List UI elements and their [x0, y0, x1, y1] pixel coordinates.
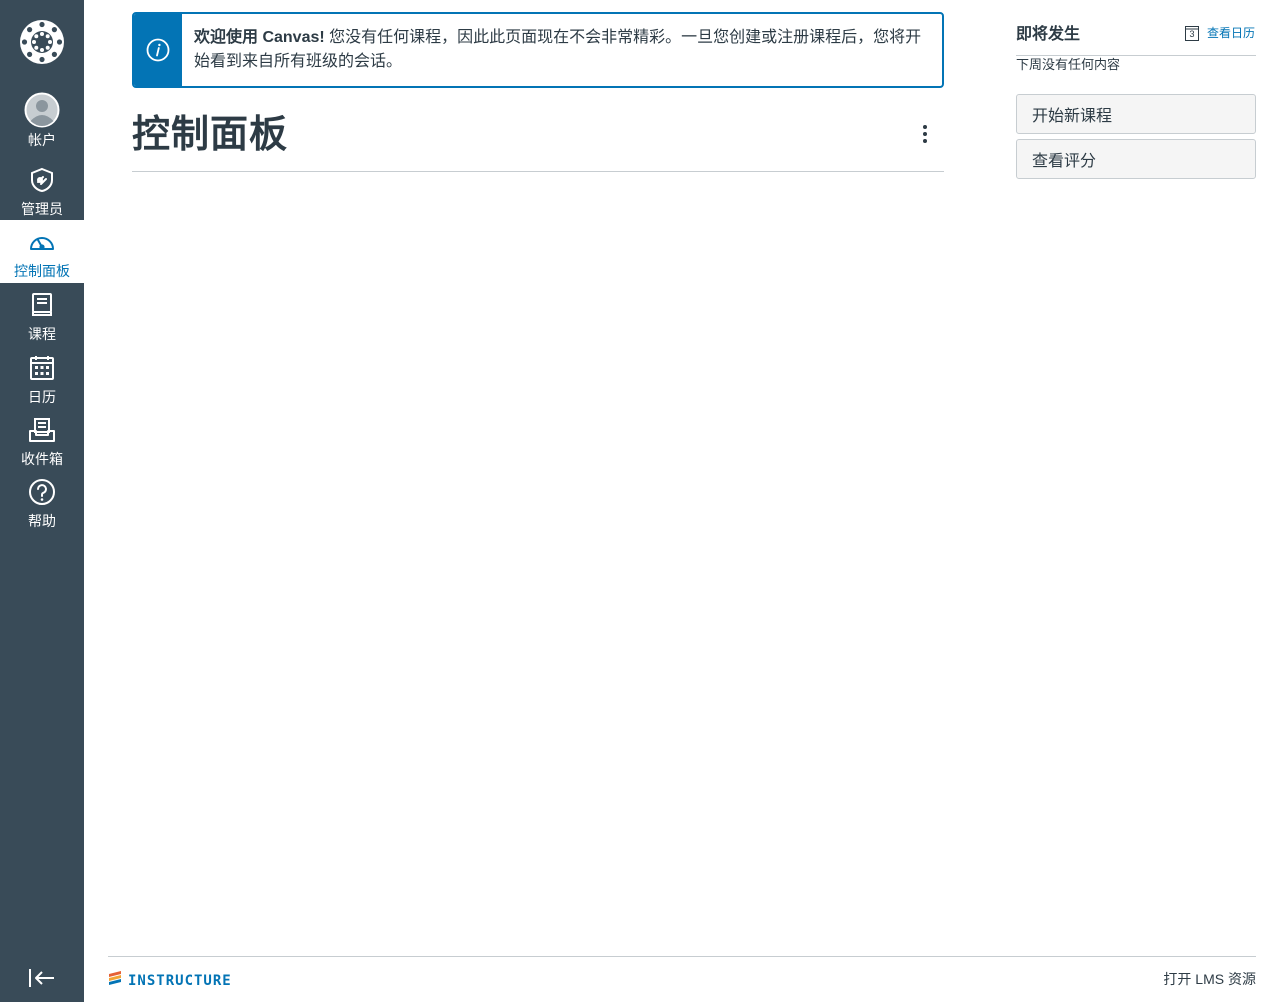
- instructure-logo-text: INSTRUCTURE: [128, 972, 232, 989]
- shield-icon: [27, 165, 57, 195]
- nav-item-help[interactable]: 帮助: [0, 470, 84, 533]
- nav-label-admin: 管理员: [21, 201, 63, 217]
- canvas-logo-icon[interactable]: [0, 0, 84, 84]
- page-title: 控制面板: [132, 114, 289, 156]
- calendar-day-number: 3: [1189, 28, 1195, 39]
- view-grades-button[interactable]: 查看评分: [1016, 139, 1256, 179]
- info-icon: [134, 14, 182, 86]
- coming-up-title: 即将发生: [1016, 26, 1081, 43]
- header-divider: [132, 171, 944, 172]
- nav-item-calendar[interactable]: 日历: [0, 346, 84, 409]
- nav-label-courses: 课程: [28, 326, 56, 342]
- instructure-logo[interactable]: INSTRUCTURE: [108, 970, 232, 991]
- nav-item-admin[interactable]: 管理员: [0, 158, 84, 221]
- start-new-course-button[interactable]: 开始新课程: [1016, 94, 1256, 134]
- dashboard-options-button[interactable]: [910, 120, 940, 152]
- view-calendar-link[interactable]: 3 查看日历: [1185, 24, 1255, 41]
- global-nav: 帐户 管理员 控制面板 课程 日历 收件箱 帮助: [0, 0, 84, 1002]
- nav-item-inbox[interactable]: 收件箱: [0, 408, 84, 471]
- coming-up-empty-text: 下周没有任何内容: [1016, 57, 1121, 72]
- view-calendar-label: 查看日历: [1207, 26, 1256, 40]
- nav-item-account[interactable]: 帐户: [0, 84, 84, 148]
- avatar-icon: [24, 92, 60, 128]
- calendar-icon: [27, 353, 57, 383]
- instructure-mark-icon: [108, 970, 122, 991]
- footer-divider: [108, 956, 1256, 957]
- book-icon: [27, 290, 57, 320]
- nav-item-dashboard[interactable]: 控制面板: [0, 220, 84, 283]
- calendar-day-icon: 3: [1185, 25, 1199, 41]
- welcome-alert: 欢迎使用 Canvas! 您没有任何课程，因此此页面现在不会非常精彩。一旦您创建…: [132, 12, 944, 88]
- collapse-arrow-icon: [28, 968, 56, 993]
- nav-label-dashboard: 控制面板: [14, 263, 70, 279]
- inbox-icon: [27, 415, 57, 445]
- collapse-nav-button[interactable]: [0, 958, 84, 1002]
- nav-item-courses[interactable]: 课程: [0, 283, 84, 346]
- alert-title: 欢迎使用 Canvas!: [194, 29, 325, 46]
- more-vertical-icon: [922, 124, 928, 149]
- speedometer-icon: [27, 227, 57, 257]
- nav-label-help: 帮助: [28, 513, 56, 529]
- nav-label-account: 帐户: [28, 132, 56, 148]
- question-icon: [27, 477, 57, 507]
- alert-text: 欢迎使用 Canvas! 您没有任何课程，因此此页面现在不会非常精彩。一旦您创建…: [182, 14, 942, 86]
- nav-label-calendar: 日历: [28, 389, 56, 405]
- open-lms-resources-link[interactable]: 打开 LMS 资源: [1163, 970, 1256, 988]
- nav-label-inbox: 收件箱: [21, 451, 63, 467]
